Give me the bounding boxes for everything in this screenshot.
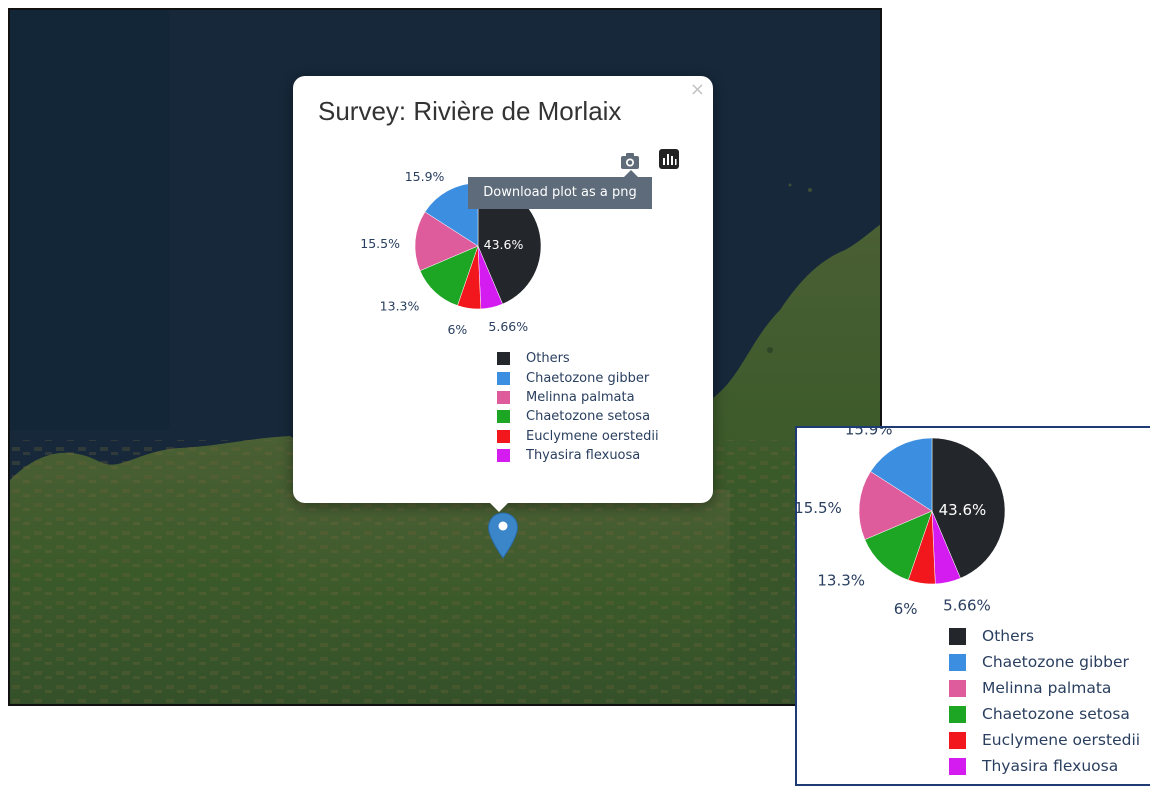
inset-slice-label: 5.66% — [943, 597, 991, 615]
main-legend-label: Chaetozone gibber — [526, 370, 650, 386]
main-legend-label: Euclymene oerstedii — [526, 428, 659, 444]
main-legend-label: Melinna palmata — [526, 389, 635, 405]
main-slice-label: 13.3% — [380, 299, 420, 314]
inset-slice-label: 15.9% — [845, 428, 893, 438]
inset-legend-swatch — [949, 757, 966, 775]
main-legend-swatch — [497, 429, 510, 443]
main-legend-swatch — [497, 352, 510, 366]
inset-chart-legend: Others Chaetozone gibber Melinna palmata Ch… — [949, 623, 1140, 779]
inset-legend-label: Chaetozone gibber — [982, 653, 1129, 671]
map-pin-icon[interactable] — [487, 512, 519, 564]
main-legend-swatch — [497, 390, 510, 404]
main-slice-label: 15.5% — [360, 236, 400, 251]
inset-legend-label: Others — [982, 627, 1035, 645]
inset-legend-swatch — [949, 627, 966, 645]
main-slice-label: 6% — [447, 322, 467, 337]
inset-legend-label: Melinna palmata — [982, 679, 1112, 697]
main-legend-item[interactable]: Chaetozone setosa — [497, 407, 659, 426]
inset-legend-item[interactable]: Chaetozone setosa — [949, 701, 1140, 727]
main-legend-swatch — [497, 410, 510, 424]
inset-legend-swatch — [949, 653, 966, 671]
main-legend-label: Others — [526, 351, 570, 367]
inset-legend-item[interactable]: Euclymene oerstedii — [949, 727, 1140, 753]
inset-legend-item[interactable]: Melinna palmata — [949, 675, 1140, 701]
main-legend-item[interactable]: Melinna palmata — [497, 388, 659, 407]
inset-slice-label: 6% — [894, 600, 918, 618]
download-tooltip: Download plot as a png — [468, 177, 652, 209]
main-slice-label: 5.66% — [488, 319, 528, 334]
inset-legend-item[interactable]: Chaetozone gibber — [949, 649, 1140, 675]
main-legend-label: Thyasira flexuosa — [526, 448, 641, 464]
main-slice-label: 43.6% — [484, 237, 524, 252]
inset-legend-label: Chaetozone setosa — [982, 705, 1130, 723]
inset-slice-label: 43.6% — [939, 501, 987, 519]
inset-legend-label: Euclymene oerstedii — [982, 731, 1141, 749]
main-slice-label: 15.9% — [405, 169, 445, 184]
main-legend-item[interactable]: Others — [497, 349, 659, 368]
inset-legend-swatch — [949, 679, 966, 697]
main-legend-item[interactable]: Euclymene oerstedii — [497, 427, 659, 446]
zoomed-chart-inset: 43.6% 5.66% 6% 13.3% 15.5% 15.9% Others Chaeto… — [795, 426, 1150, 786]
chart-legend: Others Chaetozone gibber Melinna palmata Ch… — [497, 349, 659, 465]
main-legend-item[interactable]: Thyasira flexuosa — [497, 446, 659, 465]
inset-slice-label: 13.3% — [817, 572, 865, 590]
inset-legend-swatch — [949, 731, 966, 749]
tooltip-arrow — [624, 170, 638, 177]
inset-legend-label: Thyasira flexuosa — [982, 757, 1119, 775]
inset-legend-swatch — [949, 705, 966, 723]
inset-legend-item[interactable]: Thyasira flexuosa — [949, 753, 1140, 779]
main-legend-swatch — [497, 449, 510, 463]
main-legend-swatch — [497, 371, 510, 385]
inset-slice-label: 15.5% — [797, 499, 842, 517]
main-legend-item[interactable]: Chaetozone gibber — [497, 368, 659, 387]
inset-legend-item[interactable]: Others — [949, 623, 1140, 649]
main-legend-label: Chaetozone setosa — [526, 409, 651, 425]
